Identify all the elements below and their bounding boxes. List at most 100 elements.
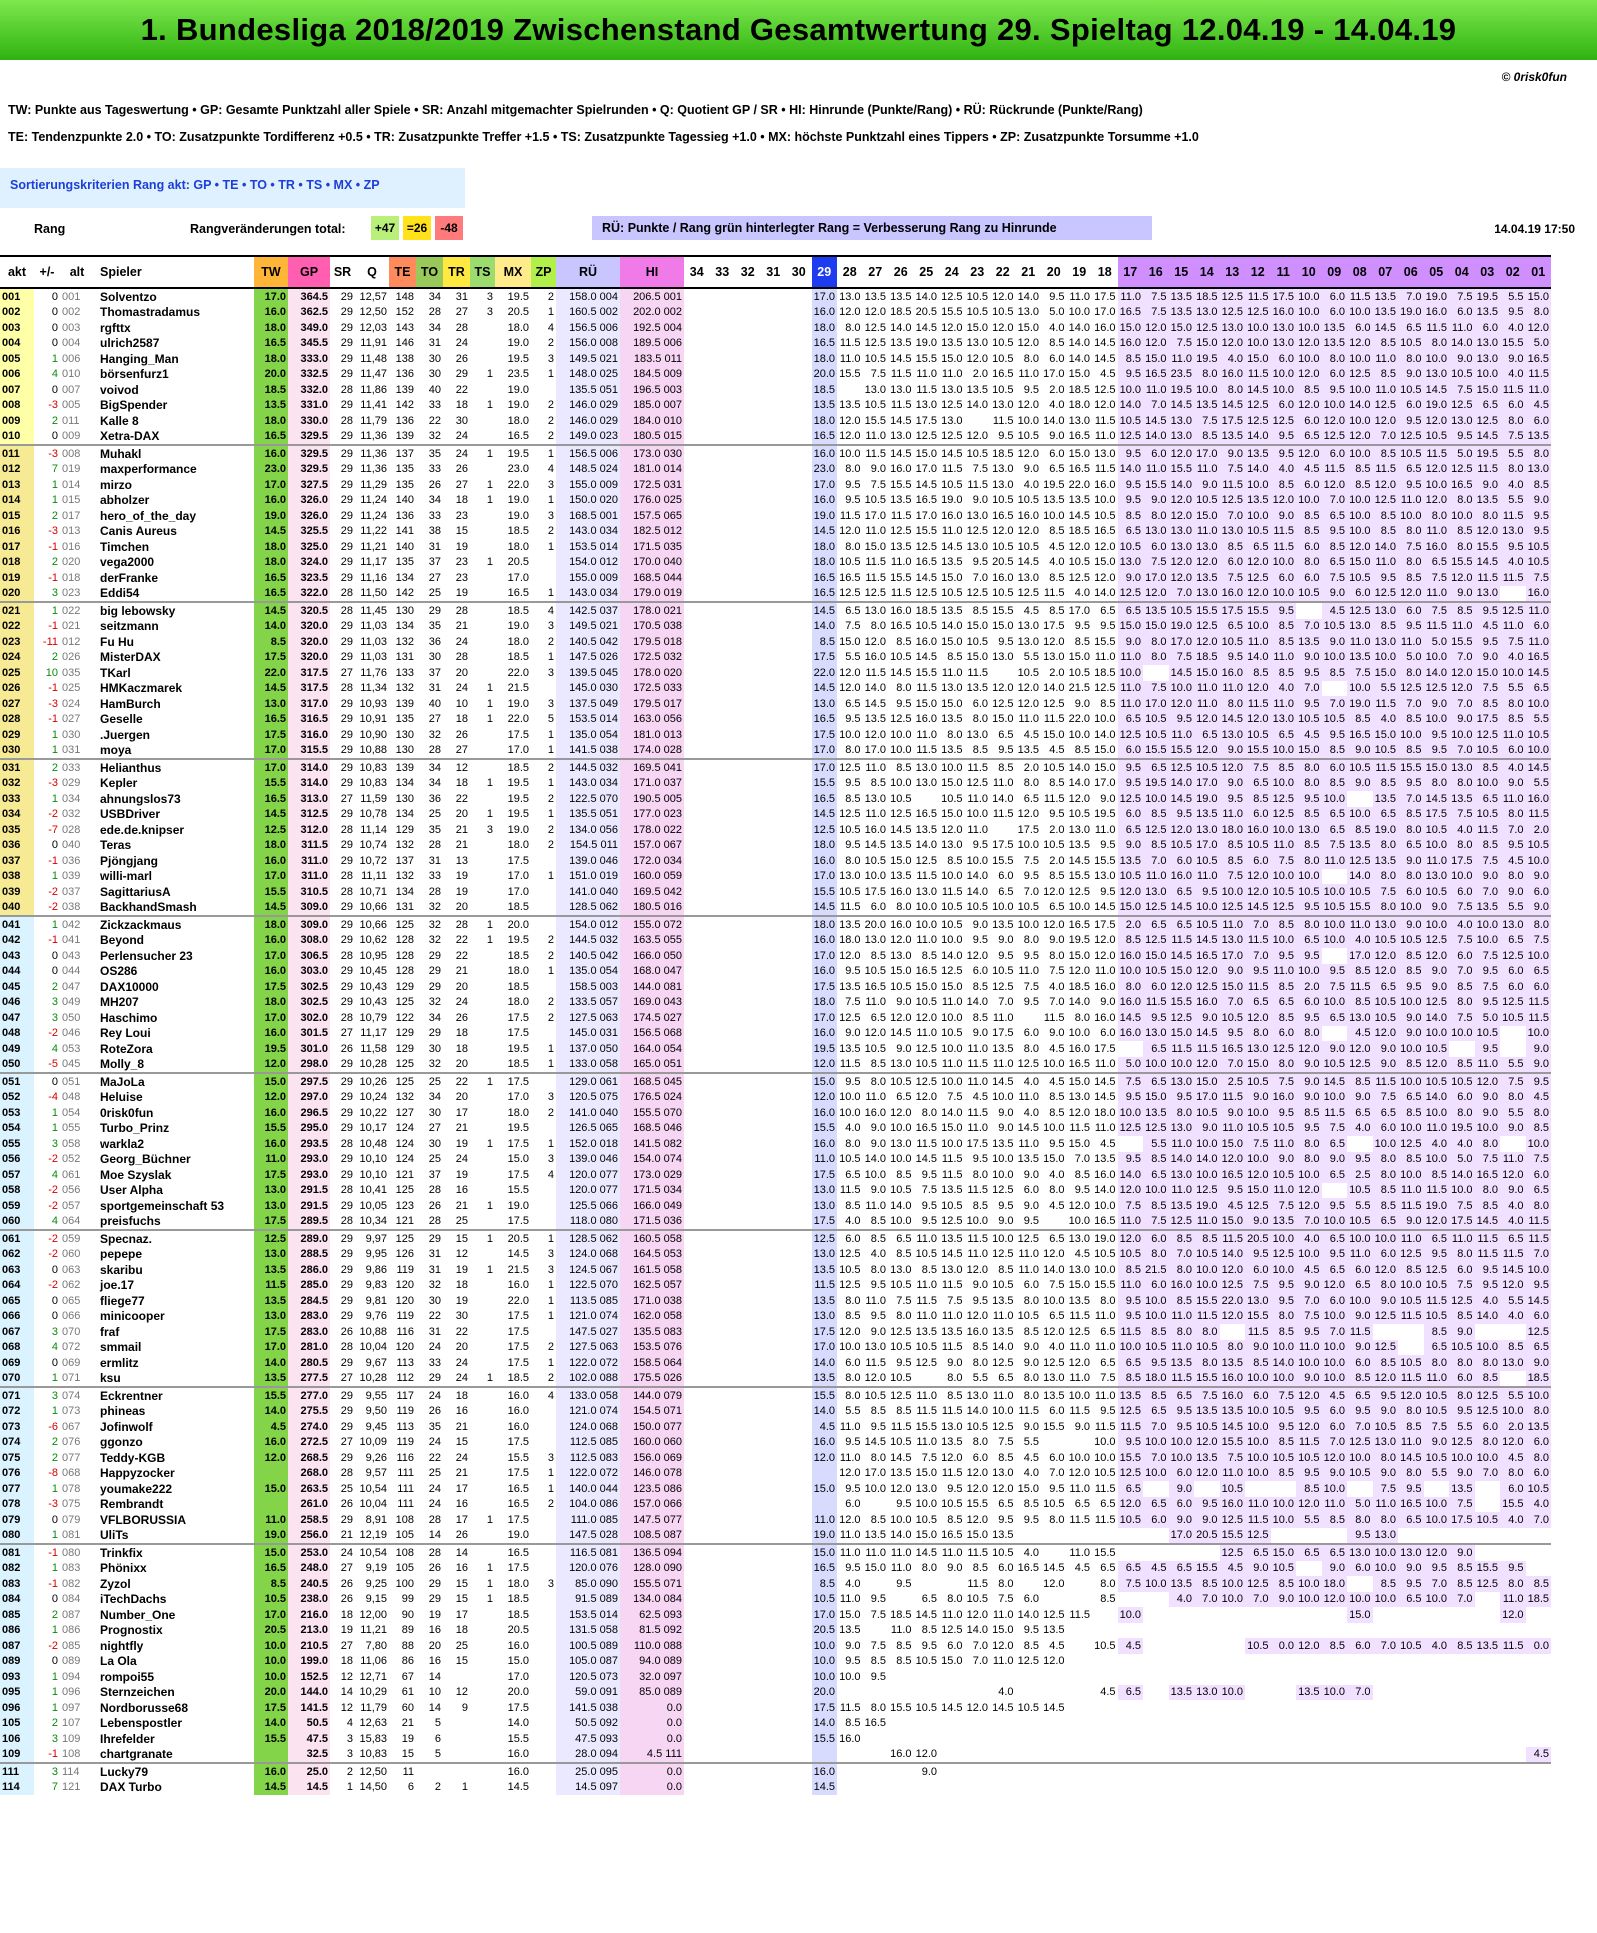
col-round-26[interactable]: 26 bbox=[888, 255, 914, 289]
col-round-33[interactable]: 33 bbox=[709, 255, 735, 289]
table-row[interactable]: 079 0 079 VFLBORUSSIA 11.0 258.5 29 8,91 108 28 17… bbox=[0, 1512, 1551, 1528]
table-row[interactable]: 058 -2 056 User Alpha 13.0 291.5 28 10,41 125 28 1… bbox=[0, 1182, 1551, 1198]
table-row[interactable]: 017 -1 016 Timchen 18.0 325.0 29 11,21 140 31 19 18… bbox=[0, 539, 1551, 555]
col-round-06[interactable]: 06 bbox=[1398, 255, 1424, 289]
col-ru[interactable]: RÜ bbox=[556, 255, 620, 289]
col-tr[interactable]: TR bbox=[443, 255, 470, 289]
table-row[interactable]: 044 0 044 OS286 16.0 303.0 29 10,45 128 29 21 18.0 1… bbox=[0, 963, 1551, 979]
table-row[interactable]: 067 3 070 fraf 17.5 283.0 26 10,88 116 31 22 17.5 14… bbox=[0, 1324, 1551, 1340]
table-row[interactable]: 009 2 011 Kalle 8 18.0 330.0 28 11,79 136 22 30 18.… bbox=[0, 413, 1551, 429]
table-row[interactable]: 026 -1 025 HMKaczmarek 14.5 317.5 28 11,34 132 31… bbox=[0, 680, 1551, 696]
table-row[interactable]: 022 -1 021 seitzmann 14.0 320.0 29 11,03 134 35 21… bbox=[0, 618, 1551, 634]
col-round-05[interactable]: 05 bbox=[1423, 255, 1449, 289]
col-gp[interactable]: GP bbox=[288, 255, 330, 289]
table-row[interactable]: 062 -2 060 pepepe 13.0 288.5 29 9,95 126 31 12 14.5… bbox=[0, 1246, 1551, 1262]
table-row[interactable]: 021 1 022 big lebowsky 14.5 320.5 28 11,45 130 29… bbox=[0, 601, 1551, 619]
col-round-04[interactable]: 04 bbox=[1449, 255, 1475, 289]
table-row[interactable]: 056 -2 052 Georg_Büchner 11.0 293.0 29 10,10 124… bbox=[0, 1151, 1551, 1167]
table-row[interactable]: 073 -6 067 Jofinwolf 4.5 274.0 29 9,45 113 35 21 16… bbox=[0, 1419, 1551, 1435]
table-row[interactable]: 018 2 020 vega2000 18.0 324.0 29 11,17 135 37 23 1 2… bbox=[0, 554, 1551, 570]
col-round-20[interactable]: 20 bbox=[1041, 255, 1067, 289]
table-row[interactable]: 068 4 072 smmail 17.0 281.0 28 10,04 120 24 20 17.5… bbox=[0, 1339, 1551, 1355]
col-zp[interactable]: ZP bbox=[531, 255, 556, 289]
table-row[interactable]: 089 0 089 La Ola 10.0 199.0 18 11,06 86 16 15 15.0 1… bbox=[0, 1653, 1551, 1669]
table-row[interactable]: 061 -2 059 Specnaz. 12.5 289.0 29 9,97 125 29 15 1 2… bbox=[0, 1229, 1551, 1247]
table-row[interactable]: 015 2 017 hero_of_the_day 19.0 326.0 29 11,24 13… bbox=[0, 508, 1551, 524]
col-round-23[interactable]: 23 bbox=[964, 255, 990, 289]
col-round-03[interactable]: 03 bbox=[1474, 255, 1500, 289]
col-round-28[interactable]: 28 bbox=[837, 255, 863, 289]
table-row[interactable]: 053 1 054 0risk0fun 16.0 296.5 29 10,22 127 30 17 1… bbox=[0, 1105, 1551, 1121]
table-row[interactable]: 111 3 114 Lucky79 16.0 25.0 2 12,50 11 16.0 25.0 0… bbox=[0, 1762, 1551, 1780]
table-row[interactable]: 093 1 094 rompoi55 10.0 152.5 12 12,71 67 14 17.0 1… bbox=[0, 1669, 1551, 1685]
table-row[interactable]: 046 3 049 MH207 18.0 302.5 29 10,43 125 32 24 18.0 2… bbox=[0, 994, 1551, 1010]
col-round-21[interactable]: 21 bbox=[1015, 255, 1041, 289]
table-row[interactable]: 002 0 002 Thomastradamus 16.0 362.5 29 12,50 152… bbox=[0, 304, 1551, 320]
col-round-18[interactable]: 18 bbox=[1092, 255, 1118, 289]
col-spieler[interactable]: Spieler bbox=[94, 255, 254, 289]
col-round-07[interactable]: 07 bbox=[1372, 255, 1398, 289]
table-row[interactable]: 042 -1 041 Beyond 16.0 308.0 29 10,62 128 32 22 1 19… bbox=[0, 932, 1551, 948]
table-row[interactable]: 072 1 073 phineas 14.0 275.5 29 9,50 119 26 16 16.0… bbox=[0, 1403, 1551, 1419]
col-round-29[interactable]: 29 bbox=[811, 255, 837, 289]
table-row[interactable]: 071 3 074 Eckrentner 15.5 277.0 29 9,55 117 24 18 1… bbox=[0, 1386, 1551, 1404]
col-round-16[interactable]: 16 bbox=[1143, 255, 1169, 289]
table-row[interactable]: 025 10 035 TKarl 22.0 317.5 27 11,76 133 37 20 22.0… bbox=[0, 665, 1551, 681]
table-row[interactable]: 035 -7 028 ede.de.knipser 12.5 312.0 28 11,14 12… bbox=[0, 822, 1551, 838]
table-row[interactable]: 029 1 030 .Juergen 17.5 316.0 29 10,90 130 32 26 17… bbox=[0, 727, 1551, 743]
table-row[interactable]: 043 0 043 Perlensucher 23 17.0 306.5 28 10,95 12… bbox=[0, 948, 1551, 964]
col-diff[interactable]: +/- bbox=[34, 255, 60, 289]
table-row[interactable]: 069 0 069 ermlitz 14.0 280.5 29 9,67 113 33 24 17.5… bbox=[0, 1355, 1551, 1371]
table-row[interactable]: 004 0 004 ulrich2587 16.5 345.5 29 11,91 146 31 24… bbox=[0, 335, 1551, 351]
table-row[interactable]: 051 0 051 MaJoLa 15.0 297.5 29 10,26 125 25 22 1 17.… bbox=[0, 1072, 1551, 1090]
col-round-02[interactable]: 02 bbox=[1500, 255, 1526, 289]
col-mx[interactable]: MX bbox=[495, 255, 531, 289]
table-row[interactable]: 096 1 097 Nordborusse68 17.5 141.5 12 11,79 60 14… bbox=[0, 1700, 1551, 1716]
table-row[interactable]: 023 -11 012 Fu Hu 8.5 320.0 29 11,03 132 36 24 18.0… bbox=[0, 634, 1551, 650]
table-row[interactable]: 077 1 078 youmake222 15.0 263.5 25 10,54 111 24 17… bbox=[0, 1481, 1551, 1497]
table-row[interactable]: 057 4 061 Moe Szyslak 17.5 293.0 29 10,10 121 37 1… bbox=[0, 1167, 1551, 1183]
table-row[interactable]: 019 -1 018 derFranke 16.5 323.5 29 11,16 134 27 23… bbox=[0, 570, 1551, 586]
col-round-31[interactable]: 31 bbox=[760, 255, 786, 289]
table-row[interactable]: 050 -5 045 Molly_8 12.0 298.0 29 10,28 125 32 20 18… bbox=[0, 1056, 1551, 1073]
table-row[interactable]: 040 -2 038 BackhandSmash 14.5 309.0 29 10,66 131… bbox=[0, 899, 1551, 916]
table-row[interactable]: 106 3 109 Ihrefelder 15.5 47.5 3 15,83 19 6 15.5 47… bbox=[0, 1731, 1551, 1747]
table-row[interactable]: 036 0 040 Teras 18.0 311.5 29 10,74 132 28 21 18.0 2… bbox=[0, 837, 1551, 853]
col-round-15[interactable]: 15 bbox=[1168, 255, 1194, 289]
table-row[interactable]: 014 1 015 abholzer 16.0 326.0 29 11,24 140 34 18 1 1… bbox=[0, 492, 1551, 508]
table-row[interactable]: 083 -1 082 Zyzol 8.5 240.5 26 9,25 100 29 15 1 18.0 3… bbox=[0, 1576, 1551, 1592]
table-row[interactable]: 012 7 019 maxperformance 23.0 329.5 29 11,36 135… bbox=[0, 461, 1551, 477]
table-row[interactable]: 037 -1 036 Pjöngjang 16.0 311.0 29 10,72 137 31 13… bbox=[0, 853, 1551, 869]
table-row[interactable]: 082 1 083 Phönixx 16.5 248.0 27 9,19 105 26 16 1 17.… bbox=[0, 1560, 1551, 1576]
col-round-11[interactable]: 11 bbox=[1270, 255, 1296, 289]
table-row[interactable]: 105 2 107 Lebenspostler 14.0 50.5 4 12,63 21 5 14.… bbox=[0, 1715, 1551, 1731]
table-row[interactable]: 078 -3 075 Rembrandt 261.0 26 10,04 111 24 16 16.5… bbox=[0, 1496, 1551, 1512]
table-row[interactable]: 031 2 033 Helianthus 17.0 314.0 29 10,83 139 34 12… bbox=[0, 758, 1551, 776]
col-round-17[interactable]: 17 bbox=[1117, 255, 1143, 289]
table-row[interactable]: 064 -2 062 joe.17 11.5 285.0 29 9,83 120 32 18 16.0… bbox=[0, 1277, 1551, 1293]
col-round-34[interactable]: 34 bbox=[684, 255, 710, 289]
table-row[interactable]: 020 3 023 Eddi54 16.5 322.0 28 11,50 142 25 19 16.5… bbox=[0, 585, 1551, 602]
table-row[interactable]: 114 7 121 DAX Turbo 14.5 14.5 1 14,50 6 2 1 14.5 14.… bbox=[0, 1779, 1551, 1795]
table-row[interactable]: 007 0 007 voivod 18.5 332.0 28 11,86 139 40 22 19.0… bbox=[0, 382, 1551, 398]
col-round-12[interactable]: 12 bbox=[1245, 255, 1271, 289]
col-te[interactable]: TE bbox=[389, 255, 416, 289]
table-row[interactable]: 055 3 058 warkla2 16.0 293.5 28 10,48 124 30 19 1 17… bbox=[0, 1136, 1551, 1152]
table-row[interactable]: 010 0 009 Xetra-DAX 16.5 329.5 29 11,36 139 32 24 1… bbox=[0, 428, 1551, 445]
col-round-09[interactable]: 09 bbox=[1321, 255, 1347, 289]
col-round-22[interactable]: 22 bbox=[990, 255, 1016, 289]
table-row[interactable]: 087 -2 085 nightfly 10.0 210.5 27 7,80 88 20 25 16.… bbox=[0, 1638, 1551, 1654]
col-alt[interactable]: alt bbox=[60, 255, 94, 289]
table-row[interactable]: 075 2 077 Teddy-KGB 12.0 268.5 29 9,26 116 22 24 15… bbox=[0, 1450, 1551, 1466]
table-row[interactable]: 041 1 042 Zickzackmaus 18.0 309.0 29 10,66 125 32… bbox=[0, 915, 1551, 933]
table-row[interactable]: 030 1 031 moya 17.0 315.5 29 10,88 130 28 27 17.0 1 1… bbox=[0, 742, 1551, 759]
col-round-19[interactable]: 19 bbox=[1066, 255, 1092, 289]
table-row[interactable]: 013 1 014 mirzo 17.0 327.5 29 11,29 135 26 27 1 22.0… bbox=[0, 477, 1551, 493]
col-round-10[interactable]: 10 bbox=[1296, 255, 1322, 289]
table-row[interactable]: 006 4 010 börsenfurz1 20.0 332.5 29 11,47 136 30 2… bbox=[0, 366, 1551, 382]
table-row[interactable]: 039 -2 037 SagittariusA 15.5 310.5 28 10,71 134 2… bbox=[0, 884, 1551, 900]
col-to[interactable]: TO bbox=[416, 255, 443, 289]
table-row[interactable]: 084 0 084 iTechDachs 10.5 238.0 26 9,15 99 29 15 1 1… bbox=[0, 1591, 1551, 1607]
table-row[interactable]: 080 1 081 UliTs 19.0 256.0 21 12,19 105 14 26 19.0 1… bbox=[0, 1527, 1551, 1544]
table-row[interactable]: 028 -1 027 Geselle 16.5 316.5 29 10,91 135 27 18 1 2… bbox=[0, 711, 1551, 727]
